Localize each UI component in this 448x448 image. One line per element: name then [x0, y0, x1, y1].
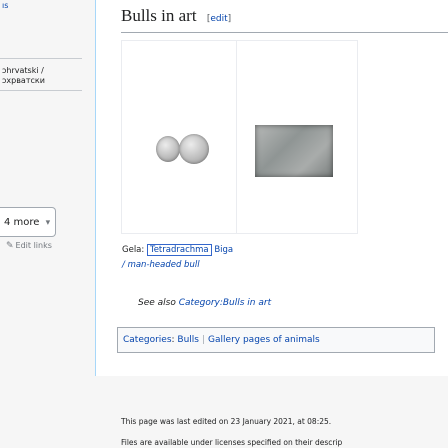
- see-also-prefix: See also: [138, 298, 179, 308]
- separator: |: [202, 335, 206, 345]
- license-text: Files are available under licenses speci…: [121, 438, 343, 447]
- coin-image-reverse[interactable]: [179, 134, 209, 164]
- see-also-link[interactable]: Category:Bulls in art: [179, 298, 271, 308]
- divider: [0, 90, 82, 91]
- last-edited-text: This page was last edited on 23 January …: [121, 417, 332, 426]
- pencil-icon: ✎: [6, 241, 14, 251]
- caption-link-man-headed-bull[interactable]: / man-headed bull: [122, 260, 200, 270]
- caption-prefix: Gela:: [122, 245, 147, 255]
- sidebar-lang-item[interactable]: ɔhrvatski /: [2, 66, 44, 75]
- chevron-down-icon: ▾: [45, 218, 51, 228]
- category-link[interactable]: Bulls: [177, 335, 199, 345]
- coin-image-obverse[interactable]: [156, 136, 180, 162]
- see-also: See also Category:Bulls in art: [138, 298, 271, 308]
- category-link[interactable]: Gallery pages of animals: [208, 335, 320, 345]
- categories-label-link[interactable]: Categories: [123, 335, 172, 345]
- sidebar-lang-fragment[interactable]: ıs: [2, 1, 8, 10]
- divider: [0, 58, 82, 59]
- caption-link-biga[interactable]: Biga: [214, 245, 233, 255]
- gallery-item-box: [121, 40, 238, 234]
- sidebar: ıs ɔhrvatski / ɔxpватски 4 more ▾ ✎ Edit …: [0, 0, 94, 448]
- edit-links[interactable]: ✎ Edit links: [6, 241, 52, 251]
- caption-link-tetradrachma[interactable]: Tetradrachma: [146, 244, 212, 256]
- image-caption: Gela: Tetradrachma Biga: [122, 244, 233, 256]
- gallery-item-box: [236, 40, 358, 234]
- sidebar-lang-item[interactable]: ɔxpватски: [2, 76, 45, 85]
- more-languages-label: 4 more: [4, 217, 40, 228]
- more-languages-button[interactable]: 4 more ▾: [0, 207, 56, 237]
- section-heading: Bulls in art [edit]: [121, 6, 448, 33]
- section-edit: [edit]: [206, 14, 232, 24]
- category-links: Categories: Bulls | Gallery pages of anima…: [117, 327, 435, 353]
- relief-image[interactable]: [255, 125, 333, 177]
- section-edit-link[interactable]: edit: [210, 14, 227, 24]
- footer: This page was last edited on 23 January …: [95, 376, 448, 448]
- main-content: Bulls in art [edit] Gela: Tetradrachma B…: [95, 0, 448, 376]
- section-title: Bulls in art: [121, 6, 197, 25]
- edit-links-label: Edit links: [15, 241, 52, 250]
